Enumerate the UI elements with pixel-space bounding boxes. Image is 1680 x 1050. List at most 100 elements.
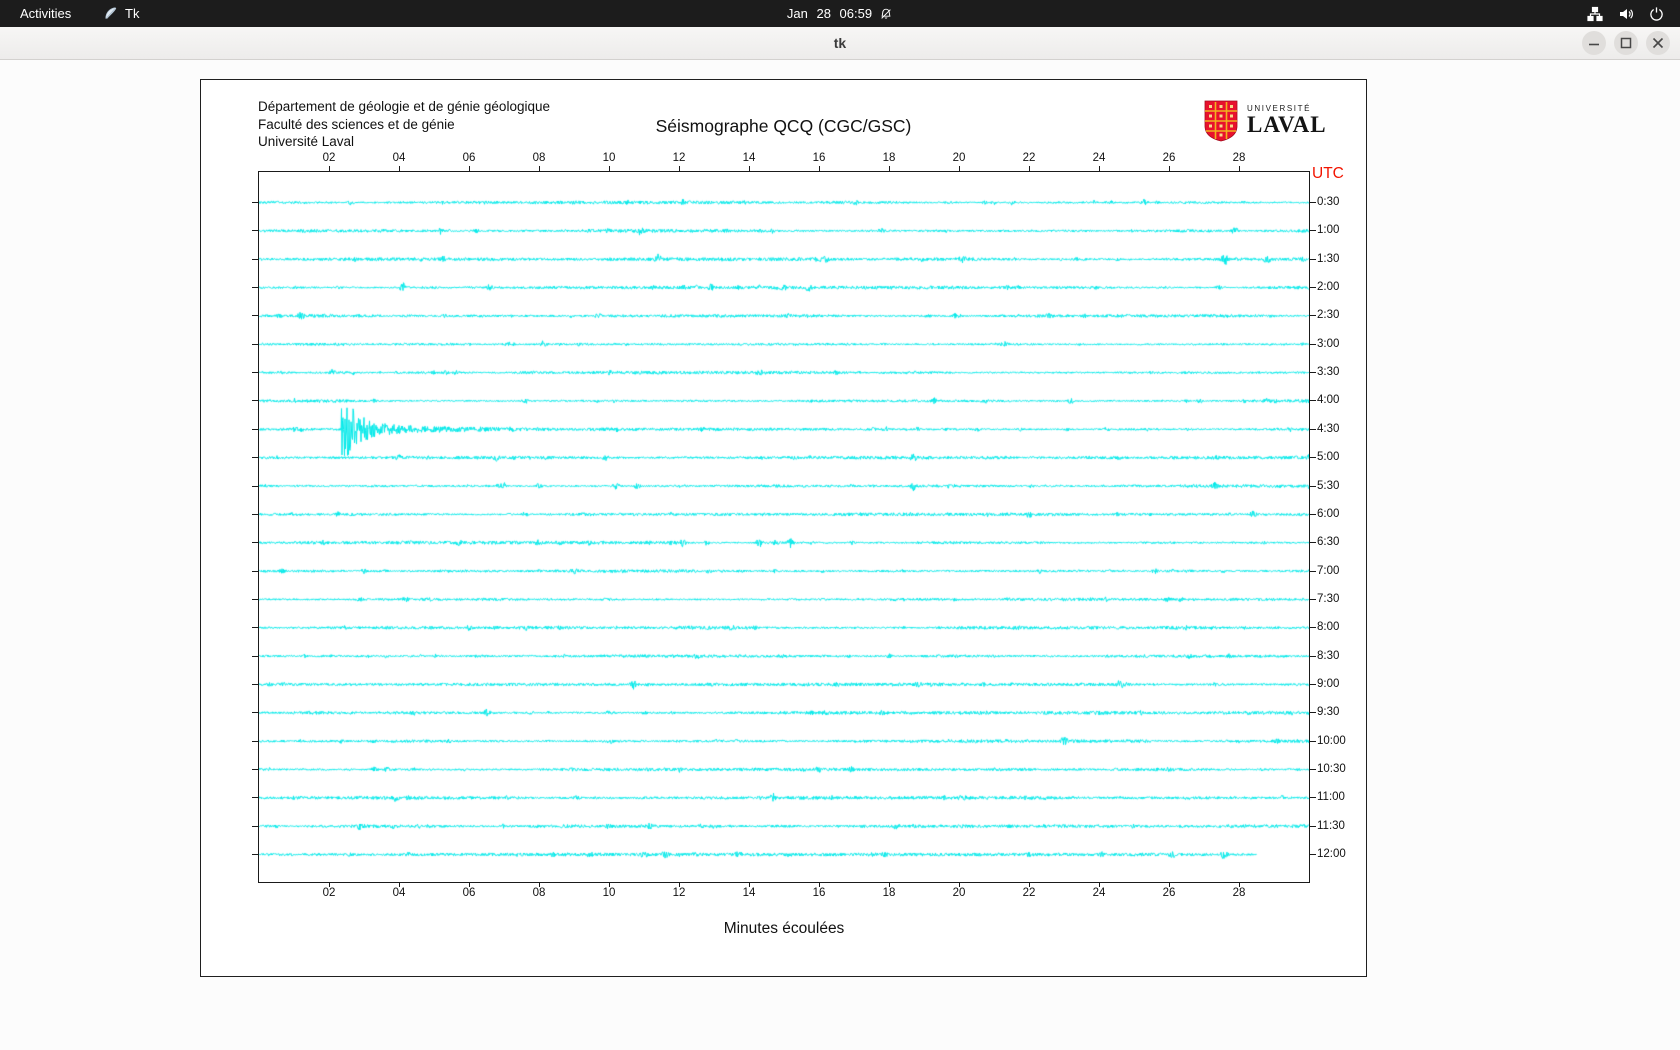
institution-line-1: Département de géologie et de génie géol… xyxy=(258,99,550,114)
x-axis-tick-top xyxy=(888,166,890,171)
trace-tick-left xyxy=(252,230,258,232)
trace-time-label: 9:30 xyxy=(1317,706,1340,719)
trace-time-label: 5:00 xyxy=(1317,451,1340,464)
trace-time-label: 12:00 xyxy=(1317,848,1346,861)
chart-title: Séismographe QCQ (CGC/GSC) xyxy=(655,116,912,136)
maximize-button[interactable] xyxy=(1614,31,1638,55)
x-axis-tick-top xyxy=(1098,166,1100,171)
activities-button[interactable]: Activities xyxy=(14,0,77,27)
trace-time-label: 10:00 xyxy=(1317,734,1346,747)
trace-time-label: 0:30 xyxy=(1317,196,1340,208)
x-axis-tick-label-top: 14 xyxy=(742,152,756,164)
trace-tick-right xyxy=(1309,825,1316,827)
trace-tick-left xyxy=(252,769,258,770)
trace-tick-left xyxy=(252,428,258,430)
volume-icon xyxy=(1618,6,1634,22)
x-axis-tick-label-bottom: 20 xyxy=(952,887,966,899)
x-axis-tick-label-bottom: 10 xyxy=(602,887,616,899)
x-axis-tick-label-top: 26 xyxy=(1162,152,1176,164)
trace-tick-left xyxy=(252,683,258,685)
x-axis-tick-label-bottom: 04 xyxy=(392,887,406,899)
trace-tick-right xyxy=(1309,457,1316,459)
trace-tick-right xyxy=(1309,740,1316,742)
x-axis-tick-label-bottom: 12 xyxy=(672,887,686,899)
trace-time-label: 4:30 xyxy=(1317,422,1340,435)
trace-tick-left xyxy=(252,457,258,459)
trace-tick-right xyxy=(1309,627,1316,629)
x-axis-tick-top xyxy=(468,166,470,171)
trace-time-label: 6:00 xyxy=(1317,507,1340,520)
x-axis-tick-top xyxy=(1168,166,1170,171)
trace-time-label: 1:00 xyxy=(1317,224,1340,237)
x-axis-tick-label-top: 28 xyxy=(1232,152,1246,164)
x-axis-tick-label-top: 22 xyxy=(1022,152,1036,164)
seismogram-plot: UTC Minutes écoulées 02 02 04 04 06 06 08 08 10 1… xyxy=(252,152,1346,937)
close-button[interactable] xyxy=(1646,31,1670,55)
trace-tick-left xyxy=(252,287,258,289)
bell-muted-icon xyxy=(879,7,893,21)
trace-tick-right xyxy=(1309,202,1316,203)
x-axis-tick-label-bottom: 28 xyxy=(1232,887,1246,899)
trace-tick-right xyxy=(1309,598,1316,600)
x-axis-tick-top xyxy=(818,166,820,171)
tk-app-icon xyxy=(103,6,118,21)
trace-tick-right xyxy=(1309,315,1316,317)
x-axis-title: Minutes écoulées xyxy=(723,920,845,937)
x-axis-tick-label-top: 02 xyxy=(322,152,336,164)
trace-time-label: 8:30 xyxy=(1317,649,1340,662)
app-menu[interactable]: Tk xyxy=(103,0,139,27)
trace-tick-left xyxy=(252,598,258,600)
window-controls xyxy=(1582,31,1670,55)
trace-time-label: 6:30 xyxy=(1317,536,1340,549)
trace-time-label: 3:30 xyxy=(1317,366,1340,379)
network-icon xyxy=(1587,6,1603,22)
trace-time-label: 10:30 xyxy=(1317,763,1346,775)
trace-tick-right xyxy=(1309,258,1316,260)
trace-tick-right xyxy=(1309,570,1316,572)
x-axis-tick-top xyxy=(328,166,330,171)
x-axis-tick-label-top: 20 xyxy=(952,152,966,164)
x-axis-tick-top xyxy=(1238,166,1240,171)
trace-tick-left xyxy=(252,570,258,572)
trace-tick-left xyxy=(252,740,258,742)
window-titlebar[interactable]: tk xyxy=(0,27,1680,60)
minimize-button[interactable] xyxy=(1582,31,1606,55)
trace-tick-right xyxy=(1309,655,1316,657)
app-menu-label: Tk xyxy=(125,6,140,21)
laval-shield-icon xyxy=(1203,100,1239,147)
trace-tick-left xyxy=(252,712,258,714)
trace-tick-right xyxy=(1309,712,1316,714)
x-axis-tick-label-top: 06 xyxy=(462,152,476,164)
x-axis-tick-top xyxy=(398,166,400,171)
trace-tick-right xyxy=(1309,769,1316,770)
trace-tick-left xyxy=(252,513,258,515)
trace-time-label: 11:30 xyxy=(1317,819,1345,832)
x-axis-tick-label-bottom: 14 xyxy=(742,887,756,899)
clock-area: Jan 28 06:59 xyxy=(0,0,1680,27)
x-axis-tick-label-top: 16 xyxy=(812,152,826,164)
x-axis-tick-label-top: 04 xyxy=(392,152,406,164)
trace-tick-right xyxy=(1309,854,1316,856)
trace-tick-left xyxy=(252,372,258,374)
trace-time-label: 3:00 xyxy=(1317,337,1340,350)
x-axis-tick-label-bottom: 16 xyxy=(812,887,826,899)
trace-tick-right xyxy=(1309,683,1316,685)
x-axis-tick-label-top: 12 xyxy=(672,152,686,164)
trace-tick-right xyxy=(1309,542,1316,544)
x-axis-tick-label-bottom: 22 xyxy=(1022,887,1036,899)
system-status-area[interactable] xyxy=(1587,0,1664,27)
trace-time-label: 7:30 xyxy=(1317,592,1340,605)
trace-time-label: 5:30 xyxy=(1317,479,1340,492)
x-axis-tick-top xyxy=(678,166,680,171)
trace-time-label: 8:00 xyxy=(1317,621,1340,634)
logo-large-text: LAVAL xyxy=(1247,112,1327,137)
trace-tick-left xyxy=(252,655,258,657)
x-axis-tick-top xyxy=(538,166,540,171)
clock[interactable]: Jan 28 06:59 xyxy=(787,6,893,21)
x-axis-tick-label-top: 18 xyxy=(882,152,896,164)
x-axis-tick-label-top: 08 xyxy=(532,152,546,164)
trace-tick-left xyxy=(252,542,258,544)
universite-laval-logo: UNIVERSITÉ LAVAL xyxy=(1203,100,1327,147)
x-axis-tick-label-bottom: 08 xyxy=(532,887,546,899)
x-axis-tick-top xyxy=(608,166,610,171)
